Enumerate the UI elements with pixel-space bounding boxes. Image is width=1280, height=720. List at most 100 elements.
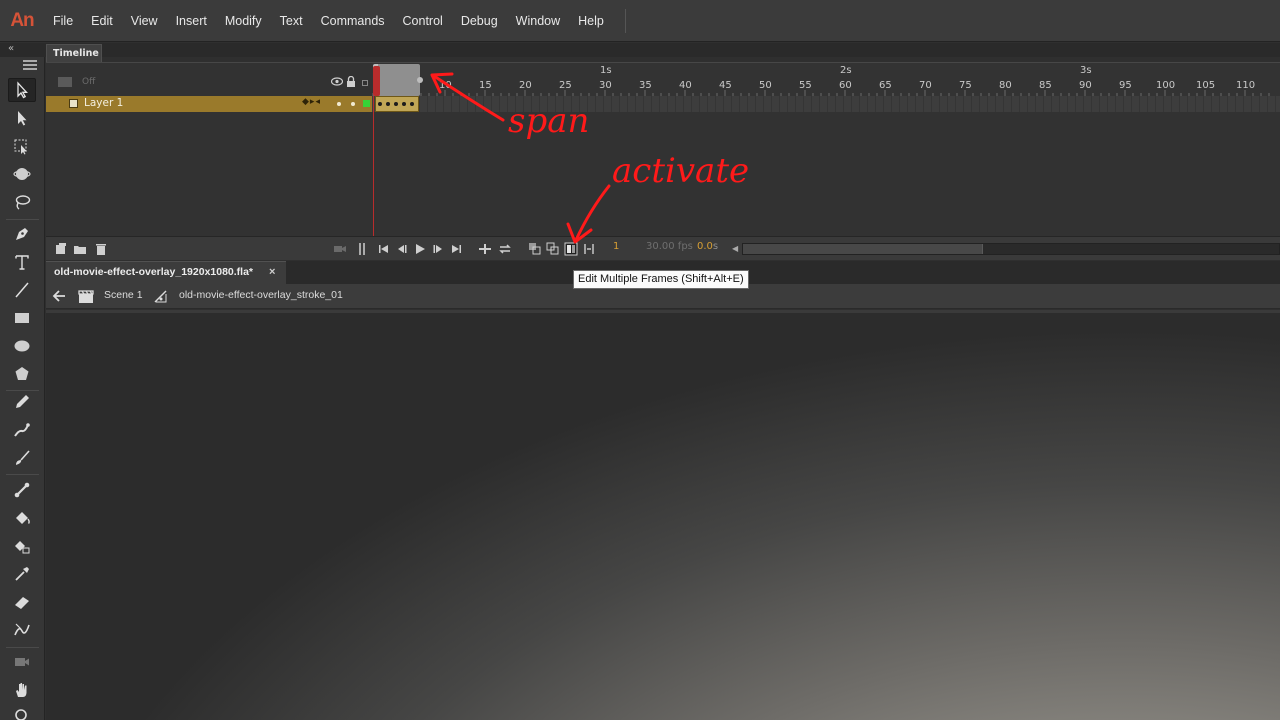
text-tool[interactable] bbox=[8, 250, 36, 274]
lasso-tool[interactable] bbox=[8, 190, 36, 214]
ruler-frame-label: 40 bbox=[679, 80, 692, 91]
eraser-tool[interactable] bbox=[8, 590, 36, 614]
go-to-last-frame-icon[interactable] bbox=[449, 242, 463, 256]
close-icon[interactable]: × bbox=[269, 266, 275, 278]
polystar-tool[interactable] bbox=[8, 362, 36, 386]
width-tool[interactable] bbox=[8, 618, 36, 642]
center-frame-icon[interactable] bbox=[478, 242, 492, 256]
scrollbar-thumb[interactable] bbox=[743, 244, 983, 254]
keyframe[interactable] bbox=[386, 102, 390, 106]
new-layer-icon[interactable] bbox=[54, 242, 68, 256]
frame-rate-display[interactable]: 30.00 fps bbox=[646, 241, 693, 252]
delete-layer-icon[interactable] bbox=[94, 242, 108, 256]
free-transform-tool[interactable] bbox=[8, 134, 36, 158]
play-icon[interactable] bbox=[413, 242, 427, 256]
breadcrumb-scene[interactable]: Scene 1 bbox=[104, 289, 143, 301]
panel-dock-strip bbox=[0, 43, 1280, 57]
paint-bucket-tool[interactable] bbox=[8, 506, 36, 530]
menu-help[interactable]: Help bbox=[569, 0, 613, 42]
camera-tool-icon bbox=[15, 658, 29, 666]
layer-icon bbox=[69, 99, 78, 108]
layer-lock-dot-icon[interactable] bbox=[351, 102, 355, 106]
text-tool-icon bbox=[15, 255, 29, 270]
eye-icon[interactable] bbox=[331, 77, 343, 86]
annotation-activate: activate bbox=[612, 151, 750, 191]
menu-view[interactable]: View bbox=[122, 0, 167, 42]
outline-toggle-icon[interactable] bbox=[362, 80, 368, 86]
onion-skin-end-marker[interactable] bbox=[417, 77, 423, 83]
scroll-left-icon[interactable]: ◀ bbox=[732, 244, 738, 253]
playhead[interactable] bbox=[373, 66, 380, 96]
tools-panel bbox=[0, 57, 45, 720]
panel-menu-icon[interactable] bbox=[23, 60, 37, 70]
subselection-tool-icon bbox=[18, 111, 27, 126]
oval-tool-icon bbox=[14, 340, 30, 352]
stage-canvas[interactable] bbox=[46, 310, 1280, 720]
3d-rotation-tool[interactable] bbox=[8, 162, 36, 186]
onion-skin-outlines-icon[interactable] bbox=[546, 242, 560, 256]
step-back-icon[interactable] bbox=[395, 242, 409, 256]
layer-visible-dot-icon[interactable] bbox=[337, 102, 341, 106]
ruler-second-label: 3s bbox=[1080, 65, 1092, 76]
timeline-ruler[interactable]: 5101520253035404550556065707580859095100… bbox=[372, 63, 1280, 96]
keyframe[interactable] bbox=[402, 102, 406, 106]
hand-tool[interactable] bbox=[8, 678, 36, 702]
menu-window[interactable]: Window bbox=[507, 0, 569, 42]
ruler-frame-label: 70 bbox=[919, 80, 932, 91]
menu-insert[interactable]: Insert bbox=[167, 0, 216, 42]
layer-name[interactable]: Layer 1 bbox=[84, 97, 123, 109]
menu-commands[interactable]: Commands bbox=[312, 0, 394, 42]
menu-file[interactable]: File bbox=[44, 0, 82, 42]
camera-tool[interactable] bbox=[8, 650, 36, 674]
brush-tool[interactable] bbox=[8, 446, 36, 470]
layer-outline-color[interactable] bbox=[363, 100, 370, 107]
rectangle-tool[interactable] bbox=[8, 306, 36, 330]
loop-icon[interactable] bbox=[498, 242, 512, 256]
ruler-second-label: 1s bbox=[600, 65, 612, 76]
layer-row[interactable]: Layer 1 ◆▸◂ bbox=[46, 96, 372, 112]
keyframe[interactable] bbox=[394, 102, 398, 106]
paint-brush-tool[interactable] bbox=[8, 418, 36, 442]
back-arrow-icon[interactable] bbox=[52, 289, 66, 303]
collapse-panels-icon[interactable]: « bbox=[8, 43, 14, 54]
timeline-horizontal-scrollbar[interactable] bbox=[742, 243, 1280, 255]
oval-tool[interactable] bbox=[8, 334, 36, 358]
step-forward-icon[interactable] bbox=[431, 242, 445, 256]
bone-tool[interactable] bbox=[8, 478, 36, 502]
breadcrumb-symbol[interactable]: old-movie-effect-overlay_stroke_01 bbox=[179, 289, 343, 301]
brush-tool-icon bbox=[16, 450, 30, 465]
menu-text[interactable]: Text bbox=[271, 0, 312, 42]
selection-tool-icon bbox=[17, 81, 28, 99]
edit-multiple-frames-icon[interactable] bbox=[564, 242, 578, 256]
camera-toggle-icon[interactable] bbox=[333, 242, 347, 256]
ink-bottle-tool[interactable] bbox=[8, 534, 36, 558]
new-folder-icon[interactable] bbox=[73, 242, 87, 256]
onion-skin-span[interactable] bbox=[376, 64, 420, 96]
subselection-tool[interactable] bbox=[8, 106, 36, 130]
keyframe-navigation-icon[interactable]: ◆▸◂ bbox=[302, 97, 321, 107]
lock-icon[interactable] bbox=[346, 76, 356, 87]
document-tab[interactable]: old-movie-effect-overlay_1920x1080.fla* … bbox=[46, 261, 286, 284]
menu-edit[interactable]: Edit bbox=[82, 0, 122, 42]
current-frame-display[interactable]: 1 bbox=[613, 241, 619, 252]
tab-timeline[interactable]: Timeline bbox=[46, 44, 102, 62]
pencil-tool[interactable] bbox=[8, 390, 36, 414]
onion-skin-status[interactable]: Off bbox=[58, 77, 95, 87]
selection-tool[interactable] bbox=[8, 78, 36, 102]
menu-debug[interactable]: Debug bbox=[452, 0, 507, 42]
zoom-tool[interactable] bbox=[8, 704, 36, 720]
modify-markers-icon[interactable] bbox=[582, 242, 596, 256]
keyframe[interactable] bbox=[378, 102, 382, 106]
keyframe[interactable] bbox=[410, 102, 414, 106]
eyedropper-tool[interactable] bbox=[8, 562, 36, 586]
line-tool[interactable] bbox=[8, 278, 36, 302]
frame-span[interactable] bbox=[375, 96, 419, 112]
onion-skin-icon[interactable] bbox=[528, 242, 542, 256]
menu-control[interactable]: Control bbox=[394, 0, 452, 42]
go-to-first-frame-icon[interactable] bbox=[377, 242, 391, 256]
menu-modify[interactable]: Modify bbox=[216, 0, 271, 42]
ruler-frame-label: 90 bbox=[1079, 80, 1092, 91]
layer-depth-icon[interactable] bbox=[355, 242, 369, 256]
elapsed-time-display[interactable]: 0.0s bbox=[697, 241, 718, 252]
pen-tool[interactable] bbox=[8, 222, 36, 246]
